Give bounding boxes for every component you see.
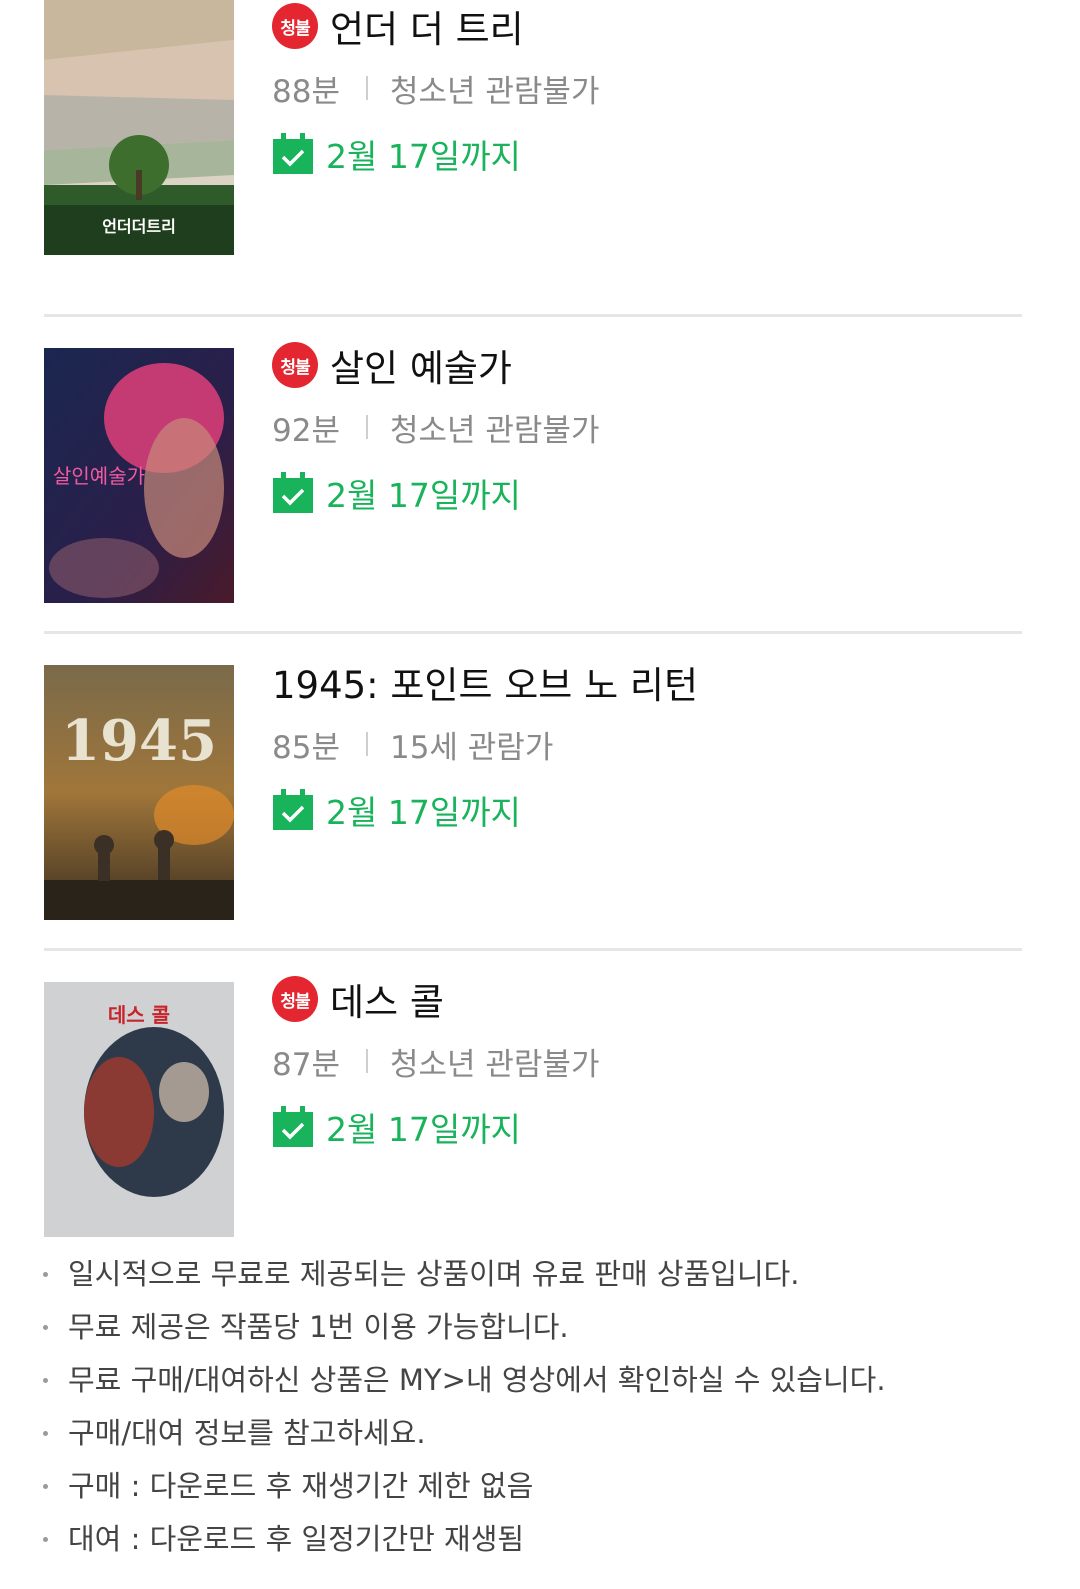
available-until: 2월 17일까지 [326, 137, 521, 176]
poster-image[interactable]: 데스 콜 [44, 982, 234, 1237]
runtime: 85분 [272, 729, 340, 766]
notice-text: 무료 제공은 작품당 1번 이용 가능합니다. [68, 1310, 569, 1344]
bullet-dot [43, 1431, 48, 1436]
movie-info: 1945: 포인트 오브 노 리턴 85분 15세 관람가 2월 17일까지 [272, 656, 1012, 832]
movie-title[interactable]: 살인 예술가 [330, 338, 512, 392]
movie-list: 언더더트리 청불 언더 더 트리 88분 청소년 관람불가 2월 17일까지 살… [44, 0, 1022, 1268]
poster-image[interactable]: 언더더트리 [44, 0, 234, 255]
poster-title-text: 언더더트리 [102, 217, 176, 236]
movie-title[interactable]: 데스 콜 [330, 972, 444, 1026]
notice-text: 무료 구매/대여하신 상품은 MY>내 영상에서 확인하실 수 있습니다. [68, 1363, 886, 1397]
poster-title-text: 데스 콜 [108, 1003, 170, 1027]
adult-rating-badge: 청불 [272, 3, 318, 49]
movie-info: 청불 살인 예술가 92분 청소년 관람불가 2월 17일까지 [272, 339, 1012, 515]
calendar-check-icon [273, 472, 313, 513]
bullet-dot [43, 1537, 48, 1542]
poster-image[interactable]: 1945 [44, 665, 234, 920]
bullet-dot [43, 1325, 48, 1330]
available-until: 2월 17일까지 [326, 476, 521, 515]
movie-info: 청불 언더 더 트리 88분 청소년 관람불가 2월 17일까지 [272, 0, 1012, 176]
notice-text: 대여 : 다운로드 후 일정기간만 재생됨 [68, 1522, 525, 1556]
available-until: 2월 17일까지 [326, 1110, 521, 1149]
runtime: 88분 [272, 73, 340, 110]
movie-title[interactable]: 1945: 포인트 오브 노 리턴 [272, 655, 698, 709]
age-rating: 청소년 관람불가 [389, 412, 600, 449]
poster-title-text: 살인예술가 [53, 464, 145, 488]
movie-item[interactable]: 살인예술가 청불 살인 예술가 92분 청소년 관람불가 2월 17일까지 [44, 317, 1022, 634]
age-rating: 15세 관람가 [389, 729, 554, 766]
bullet-dot [43, 1272, 48, 1277]
divider [365, 1049, 368, 1073]
age-rating: 청소년 관람불가 [389, 1046, 600, 1083]
poster-title-text: 1945 [61, 708, 217, 774]
notice-text: 구매 : 다운로드 후 재생기간 제한 없음 [68, 1469, 534, 1503]
runtime: 87분 [272, 1046, 340, 1083]
movie-item[interactable]: 데스 콜 청불 데스 콜 87분 청소년 관람불가 2월 17일까지 [44, 951, 1022, 1268]
age-rating: 청소년 관람불가 [389, 73, 600, 110]
adult-rating-badge: 청불 [272, 976, 318, 1022]
calendar-check-icon [273, 1106, 313, 1147]
divider [365, 732, 368, 756]
divider [365, 415, 368, 439]
notice-item: 무료 구매/대여하신 상품은 MY>내 영상에서 확인하실 수 있습니다. [40, 1356, 1040, 1409]
movie-item[interactable]: 1945 1945: 포인트 오브 노 리턴 85분 15세 관람가 2월 17… [44, 634, 1022, 951]
notice-item: 구매 : 다운로드 후 재생기간 제한 없음 [40, 1462, 1040, 1515]
calendar-check-icon [273, 133, 313, 174]
calendar-check-icon [273, 789, 313, 830]
runtime: 92분 [272, 412, 340, 449]
notice-list: 일시적으로 무료로 제공되는 상품이며 유료 판매 상품입니다. 무료 제공은 … [40, 1250, 1040, 1568]
notice-item: 일시적으로 무료로 제공되는 상품이며 유료 판매 상품입니다. [40, 1250, 1040, 1303]
bullet-dot [43, 1378, 48, 1383]
notice-item: 대여 : 다운로드 후 일정기간만 재생됨 [40, 1515, 1040, 1568]
bullet-dot [43, 1484, 48, 1489]
poster-image[interactable]: 살인예술가 [44, 348, 234, 603]
notice-text: 일시적으로 무료로 제공되는 상품이며 유료 판매 상품입니다. [68, 1257, 800, 1291]
adult-rating-badge: 청불 [272, 342, 318, 388]
movie-title[interactable]: 언더 더 트리 [330, 0, 524, 53]
notice-item: 구매/대여 정보를 참고하세요. [40, 1409, 1040, 1462]
divider [365, 76, 368, 100]
movie-item[interactable]: 언더더트리 청불 언더 더 트리 88분 청소년 관람불가 2월 17일까지 [44, 0, 1022, 317]
notice-item: 무료 제공은 작품당 1번 이용 가능합니다. [40, 1303, 1040, 1356]
available-until: 2월 17일까지 [326, 793, 521, 832]
movie-info: 청불 데스 콜 87분 청소년 관람불가 2월 17일까지 [272, 973, 1012, 1149]
notice-text: 구매/대여 정보를 참고하세요. [68, 1416, 426, 1450]
